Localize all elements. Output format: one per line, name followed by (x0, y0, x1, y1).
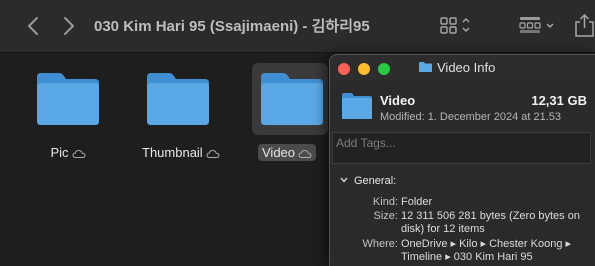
folder-icon (37, 73, 99, 125)
info-titlebar[interactable]: Video Info (330, 55, 595, 81)
chevron-right-icon[interactable] (58, 15, 78, 37)
where-label: Where: (362, 238, 398, 250)
cloud-icon (72, 149, 86, 158)
folder-name: Video (262, 145, 296, 160)
modified-date: Modified: 1. December 2024 at 21.53 (380, 111, 562, 123)
info-window-title: Video Info (418, 60, 495, 75)
kind-label: Kind: (372, 196, 398, 208)
icon-grid-view-icon[interactable] (438, 12, 474, 38)
kind-value: Folder (401, 196, 433, 208)
info-summary: Video 12,31 GB Modified: 1. December 202… (330, 81, 595, 131)
where-value: OneDrive ▸ Kilo ▸ Chester Koong ▸ Timeli… (401, 238, 572, 263)
get-info-window: Video Info Video 12,31 GB Modified: 1. D… (329, 54, 595, 266)
size-label: Size: (373, 210, 398, 222)
size-value: 12 311 506 281 bytes (Zero bytes on disk… (401, 210, 580, 235)
share-icon[interactable] (574, 12, 595, 38)
folder-item-thumbnail[interactable]: Thumbnail (138, 63, 220, 173)
close-button[interactable] (338, 63, 350, 75)
cloud-icon (298, 149, 312, 158)
folder-name: Pic (50, 145, 69, 160)
folder-icon (261, 73, 323, 125)
group-by-icon[interactable] (518, 12, 558, 38)
item-name: Video (380, 93, 416, 108)
chevron-down-icon (340, 177, 348, 183)
folder-label: Thumbnail (138, 145, 220, 160)
tags-input[interactable]: Add Tags... (332, 132, 591, 164)
folder-name: Thumbnail (142, 145, 203, 160)
window-title: 030 Kim Hari 95 (Ssajimaeni) - 김하리95 (94, 18, 370, 35)
folder-item-pic[interactable]: Pic (28, 63, 108, 173)
general-section-toggle[interactable]: General: (340, 175, 396, 187)
item-size: 12,31 GB (531, 93, 587, 108)
chevron-left-icon[interactable] (24, 15, 44, 37)
cloud-icon (206, 149, 220, 158)
folder-icon (147, 73, 209, 125)
folder-label: Video (258, 144, 338, 161)
section-title: General: (354, 175, 397, 187)
zoom-button[interactable] (378, 63, 390, 75)
info-title-text: Video Info (437, 60, 496, 75)
minimize-button[interactable] (358, 63, 370, 75)
folder-label: Pic (28, 145, 108, 160)
folder-icon (342, 93, 372, 119)
folder-icon (419, 62, 432, 72)
finder-toolbar: 030 Kim Hari 95 (Ssajimaeni) - 김하리95 (0, 0, 595, 53)
folder-item-video[interactable]: Video (252, 63, 332, 173)
